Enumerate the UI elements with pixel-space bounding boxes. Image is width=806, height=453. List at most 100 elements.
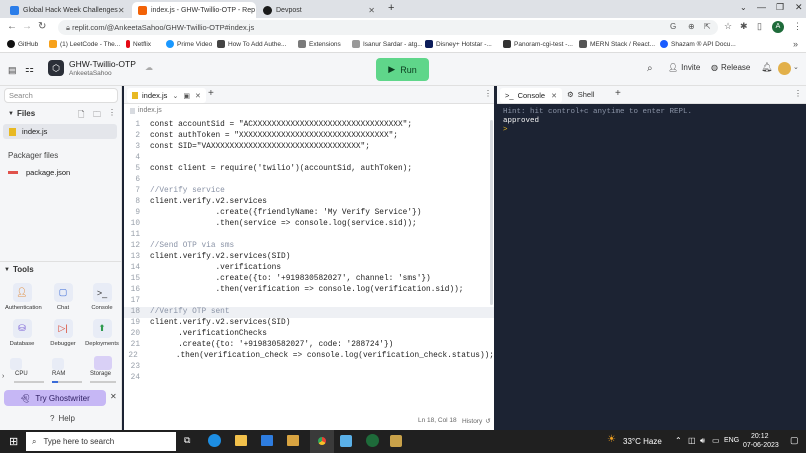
language-indicator[interactable]: ENG [724, 437, 739, 444]
code-line[interactable]: 5 const client = require('twilio')(accoun… [124, 164, 494, 175]
code-line[interactable]: 8 client.verify.v2.services [124, 197, 494, 208]
bookmark-panoram[interactable]: Panoram-cgi-test -... [503, 40, 573, 48]
bookmark-prime[interactable]: Prime Video [166, 40, 212, 48]
bookmark-mern[interactable]: MERN Stack / React... [579, 40, 655, 48]
browser-tab-2[interactable]: index.js - GHW-Twillio-OTP - Rep ✕ [132, 2, 256, 18]
close-icon[interactable]: ✕ [551, 92, 557, 100]
new-file-icon[interactable]: 🗋 [78, 109, 84, 123]
code-line[interactable]: 2 const authToken = "XXXXXXXXXXXXXXXXXXXX… [124, 131, 494, 142]
code-line[interactable]: 14 .verifications [124, 263, 494, 274]
google-icon[interactable]: G [670, 22, 676, 31]
user-avatar[interactable] [778, 62, 791, 75]
add-tab-button[interactable]: + [615, 88, 621, 99]
star-icon[interactable]: ☆ [724, 21, 732, 32]
code-line[interactable]: 12 //Send OTP via sms [124, 241, 494, 252]
media-icon[interactable] [390, 435, 402, 447]
split-icon[interactable]: ▣ [183, 92, 190, 100]
tool-database[interactable]: ⛁ Database [5, 319, 39, 347]
bookmark-auth[interactable]: How To Add Authe... [217, 40, 286, 48]
search-icon[interactable]: ⌕ [647, 63, 653, 74]
new-folder-icon[interactable]: 🗀 [93, 109, 101, 123]
scrollbar[interactable] [490, 120, 493, 305]
forward-icon[interactable]: → [22, 21, 32, 32]
file-item-package-json[interactable]: package.json [8, 168, 70, 177]
code-line[interactable]: 11 [124, 230, 494, 241]
notes-icon[interactable] [340, 435, 352, 447]
tool-console[interactable]: >_ Console [85, 283, 119, 311]
replit-logo-icon[interactable]: ⚏ [25, 64, 34, 75]
share-icon[interactable]: ⇱ [704, 22, 711, 31]
add-tab-button[interactable]: + [208, 88, 214, 99]
network-icon[interactable]: ◫ [688, 436, 696, 445]
run-button[interactable]: ▶ Run [376, 58, 429, 81]
close-icon[interactable]: ✕ [255, 6, 256, 15]
console-prompt[interactable]: > [503, 126, 508, 134]
code-line[interactable]: 16 .then(verification => console.log(ver… [124, 285, 494, 296]
code-line[interactable]: 20 .verificationChecks [124, 329, 494, 340]
ghostwriter-button[interactable]: 👻︎ Try Ghostwriter [4, 390, 106, 406]
reload-icon[interactable]: ↻ [38, 21, 46, 32]
tool-chat[interactable]: ▢ Chat [46, 283, 80, 311]
code-line[interactable]: 1 const accountSid = "ACXXXXXXXXXXXXXXXXX… [124, 120, 494, 131]
file-explorer-icon[interactable] [235, 435, 247, 446]
code-line[interactable]: 23 [124, 362, 494, 373]
clock-date[interactable]: 07-06-2023 [743, 442, 779, 449]
weather-icon[interactable]: ☀ [607, 434, 616, 445]
weather-text[interactable]: 33°C Haze [623, 437, 662, 446]
bookmarks-overflow-icon[interactable]: » [793, 39, 798, 49]
file-item-index-js[interactable]: index.js [3, 124, 117, 139]
tool-deployments[interactable]: ⬆ Deployments [85, 319, 119, 347]
code-line[interactable]: 15 .create({to: '+919830582027', channel… [124, 274, 494, 285]
help-button[interactable]: ? Help [50, 414, 75, 423]
zoom-icon[interactable]: ⊕ [688, 22, 695, 31]
code-area[interactable]: 1 const accountSid = "ACXXXXXXXXXXXXXXXXX… [124, 120, 494, 384]
bell-icon[interactable]: 🔔︎ [761, 62, 772, 73]
minimize-button[interactable]: — [757, 2, 766, 12]
bookmark-shazam[interactable]: Shazam ® API Docu... [660, 40, 736, 48]
more-icon[interactable]: ⋮ [108, 108, 116, 117]
release-button[interactable]: ◍ Release [711, 63, 750, 72]
editor-tab-index-js[interactable]: index.js ⌄ ▣ ✕ [127, 88, 206, 103]
battery-icon[interactable]: ▭ [712, 436, 720, 445]
vscode-icon[interactable] [366, 434, 379, 447]
code-line[interactable]: 18 //Verify OTP sent [124, 307, 494, 318]
tools-header[interactable]: ▼ Tools [4, 265, 34, 274]
restore-button[interactable]: ❐ [776, 2, 784, 13]
task-view-icon[interactable]: ⧉ [184, 435, 190, 446]
code-line[interactable]: 6 [124, 175, 494, 186]
back-icon[interactable]: ← [7, 21, 17, 32]
code-line[interactable]: 9 .create({friendlyName: 'My Verify Serv… [124, 208, 494, 219]
more-icon[interactable]: ⋮ [794, 89, 802, 98]
code-line[interactable]: 19 client.verify.v2.services(SID) [124, 318, 494, 329]
code-line[interactable]: 4 [124, 153, 494, 164]
code-line[interactable]: 13 client.verify.v2.services(SID) [124, 252, 494, 263]
notification-icon[interactable]: ▢ [790, 435, 799, 446]
chevron-down-icon[interactable]: ⌄ [740, 3, 747, 12]
store-icon[interactable] [261, 435, 273, 446]
close-window-button[interactable]: ✕ [795, 2, 803, 13]
close-icon[interactable]: ✕ [110, 392, 117, 401]
extensions-icon[interactable]: ✱ [740, 21, 748, 32]
bookmark-hotstar[interactable]: Disney+ Hotstar -... [425, 40, 492, 48]
clock-time[interactable]: 20:12 [751, 433, 769, 440]
new-tab-button[interactable]: + [388, 2, 394, 14]
browser-tab-1[interactable]: Global Hack Week Challenges ✕ [4, 2, 130, 18]
chevron-right-icon[interactable]: › [2, 373, 4, 380]
sidepanel-icon[interactable]: ▯ [757, 21, 762, 32]
close-icon[interactable]: ✕ [368, 6, 375, 15]
sidebar-toggle-icon[interactable]: ▤ [8, 65, 17, 76]
more-icon[interactable]: ⋮ [793, 21, 802, 32]
code-line[interactable]: 21 .create({to: '+919830582027', code: '… [124, 340, 494, 351]
chevron-up-icon[interactable]: ⌃ [675, 436, 682, 445]
bookmark-netflix[interactable]: Netflix [126, 40, 151, 48]
bookmark-isanur[interactable]: Isanur Sardar - atg... [352, 40, 423, 48]
code-line[interactable]: 3 const SID="VAXXXXXXXXXXXXXXXXXXXXXXXXXX… [124, 142, 494, 153]
windows-start-icon[interactable]: ⊞ [9, 435, 18, 448]
chevron-down-icon[interactable]: ⌄ [793, 63, 799, 71]
repl-name[interactable]: GHW-Twillio-OTP [69, 59, 136, 69]
code-line[interactable]: 22 .then(verification_check => console.l… [124, 351, 494, 362]
profile-avatar[interactable]: A [772, 21, 784, 33]
files-header[interactable]: ▼ Files [8, 109, 35, 118]
tool-debugger[interactable]: ▷| Debugger [46, 319, 80, 347]
more-icon[interactable]: ⋮ [484, 89, 492, 98]
